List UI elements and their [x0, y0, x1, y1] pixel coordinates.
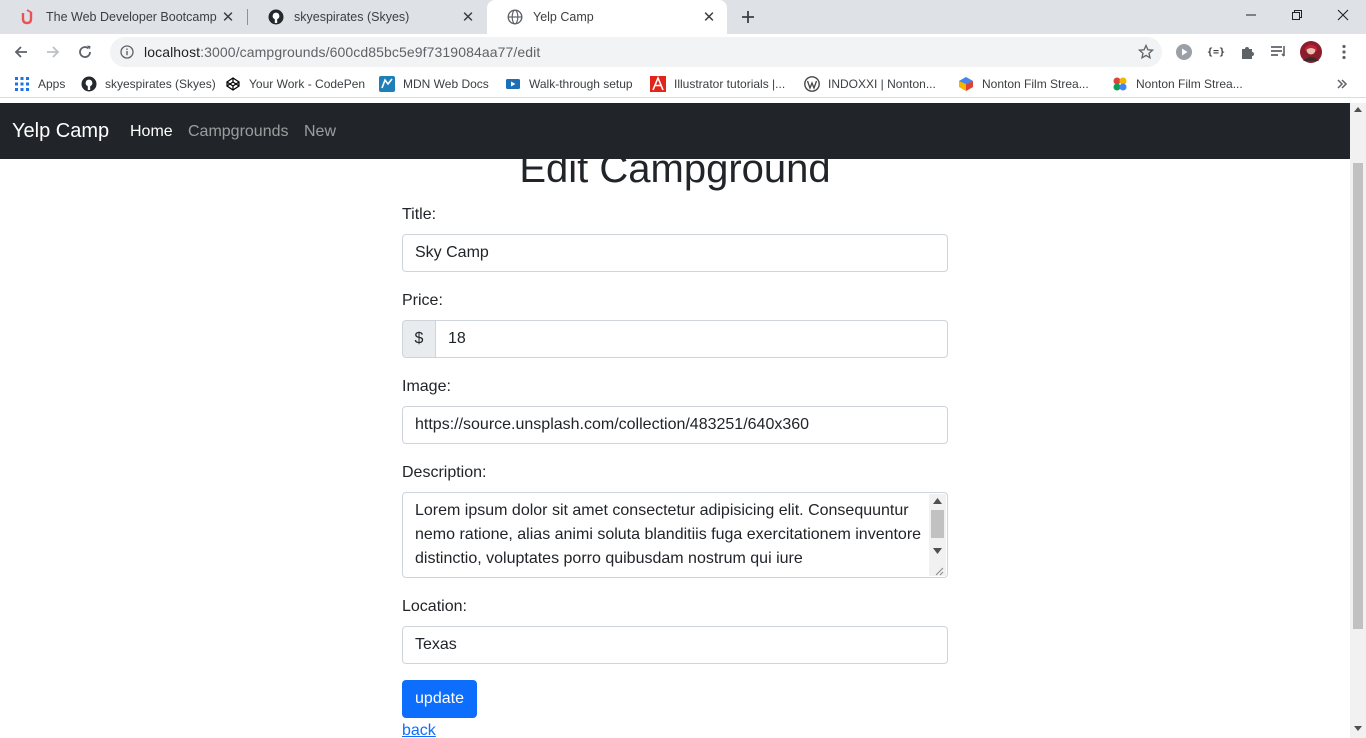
close-tab-icon[interactable]: ✕ — [701, 9, 717, 26]
info-icon[interactable] — [120, 45, 134, 59]
bookmark-apps[interactable]: Apps — [14, 75, 65, 93]
udemy-icon — [20, 9, 36, 25]
tab-title: skyespirates (Skyes) — [294, 10, 410, 24]
new-tab-icon[interactable] — [736, 5, 760, 29]
film-icon — [1112, 76, 1128, 92]
image-label: Image: — [402, 378, 451, 395]
video-icon — [505, 76, 521, 92]
bookmark-label: Nonton Film Strea... — [982, 77, 1089, 91]
page-scroll-thumb[interactable] — [1353, 163, 1363, 629]
nav-link-new[interactable]: New — [304, 123, 336, 141]
back-link[interactable]: back — [402, 722, 436, 738]
bookmark-label: Illustrator tutorials |... — [674, 77, 786, 91]
page-scrollbar[interactable] — [1350, 103, 1366, 738]
scroll-down-icon[interactable] — [1354, 726, 1362, 731]
mdn-icon — [379, 76, 395, 92]
reading-list-icon[interactable] — [1268, 41, 1290, 63]
nav-link-home[interactable]: Home — [130, 123, 173, 141]
close-window-icon[interactable] — [1320, 0, 1366, 30]
price-label: Price: — [402, 292, 443, 309]
forward-arrow-icon[interactable] — [40, 39, 66, 65]
update-button[interactable]: update — [402, 680, 477, 718]
price-input[interactable]: 18 — [435, 320, 948, 358]
url-host: localhost — [144, 44, 201, 60]
description-label: Description: — [402, 464, 487, 481]
globe-icon — [507, 9, 523, 25]
description-textarea[interactable]: Lorem ipsum dolor sit amet consectetur a… — [402, 492, 948, 578]
title-input[interactable]: Sky Camp — [402, 234, 948, 272]
scroll-up-icon[interactable] — [933, 498, 942, 504]
restore-icon[interactable] — [1274, 0, 1320, 30]
image-url-input[interactable]: https://source.unsplash.com/collection/4… — [402, 406, 948, 444]
bookmark-label: INDOXXI | Nonton... — [828, 77, 936, 91]
tab-github[interactable]: skyespirates (Skyes) ✕ — [248, 0, 486, 34]
textarea-scroll-thumb[interactable] — [931, 510, 944, 538]
scroll-up-icon[interactable] — [1354, 107, 1362, 112]
bookmark-nonton-1[interactable]: Nonton Film Strea... — [958, 75, 1089, 93]
resize-grip-icon[interactable] — [934, 566, 944, 576]
codepen-icon — [225, 76, 241, 92]
bookmark-codepen[interactable]: Your Work - CodePen — [225, 75, 365, 93]
bookmark-star-icon[interactable] — [1137, 43, 1155, 65]
bookmark-illustrator[interactable]: Illustrator tutorials |... — [650, 75, 785, 93]
bookmark-github[interactable]: skyespirates (Skyes) — [81, 75, 216, 93]
back-arrow-icon[interactable] — [8, 39, 34, 65]
github-icon — [268, 9, 284, 25]
url-path: :3000/campgrounds/600cd85bc5e9f7319084aa… — [200, 44, 541, 60]
film-icon — [958, 76, 974, 92]
close-tab-icon[interactable]: ✕ — [460, 9, 476, 26]
tab-yelp-camp[interactable]: Yelp Camp ✕ — [487, 0, 727, 34]
extensions-puzzle-icon[interactable] — [1237, 41, 1259, 63]
bookmarks-bar: Apps skyespirates (Skyes) Your Work - Co… — [0, 70, 1366, 98]
page-viewport: Yelp Camp Home Campgrounds New Edit Camp… — [0, 103, 1350, 738]
profile-avatar[interactable] — [1300, 41, 1322, 63]
bookmark-mdn[interactable]: MDN Web Docs — [379, 75, 489, 93]
json-viewer-icon[interactable]: {=} — [1205, 41, 1227, 63]
bookmark-label: Walk-through setup — [529, 77, 633, 91]
description-text: Lorem ipsum dolor sit amet consectetur a… — [415, 502, 922, 567]
bookmark-label: Your Work - CodePen — [249, 77, 366, 91]
bookmark-label: MDN Web Docs — [403, 77, 489, 91]
reload-icon[interactable] — [72, 39, 98, 65]
address-bar[interactable]: localhost:3000/campgrounds/600cd85bc5e9f… — [110, 37, 1162, 67]
location-label: Location: — [402, 598, 467, 615]
bookmark-label: Apps — [38, 77, 66, 91]
browser-menu-icon[interactable] — [1333, 41, 1355, 63]
nav-link-campgrounds[interactable]: Campgrounds — [188, 123, 289, 141]
apps-grid-icon — [14, 76, 30, 92]
browser-toolbar: localhost:3000/campgrounds/600cd85bc5e9f… — [0, 34, 1366, 70]
wordpress-icon — [804, 76, 820, 92]
price-currency-addon: $ — [402, 320, 436, 358]
tab-title: The Web Developer Bootcamp 20 — [46, 10, 220, 24]
bookmark-label: Nonton Film Strea... — [1136, 77, 1243, 91]
location-input[interactable]: Texas — [402, 626, 948, 664]
navbar-brand[interactable]: Yelp Camp — [12, 120, 109, 143]
adobe-icon — [650, 76, 666, 92]
bookmark-label: skyespirates (Skyes) — [105, 77, 216, 91]
bookmark-walkthrough[interactable]: Walk-through setup — [505, 75, 633, 93]
bookmark-indoxxi[interactable]: INDOXXI | Nonton... — [804, 75, 936, 93]
scroll-down-icon[interactable] — [933, 548, 942, 554]
title-label: Title: — [402, 206, 437, 223]
price-input-group: $ 18 — [402, 320, 948, 358]
url-text: localhost:3000/campgrounds/600cd85bc5e9f… — [144, 44, 540, 60]
media-play-icon[interactable] — [1173, 41, 1195, 63]
tab-udemy[interactable]: The Web Developer Bootcamp 20 ✕ — [0, 0, 246, 34]
site-navbar: Yelp Camp Home Campgrounds New — [0, 103, 1350, 159]
browser-tab-strip: The Web Developer Bootcamp 20 ✕ skyespir… — [0, 0, 1366, 34]
tab-title: Yelp Camp — [533, 10, 594, 24]
close-tab-icon[interactable]: ✕ — [220, 9, 236, 26]
bookmark-nonton-2[interactable]: Nonton Film Strea... — [1112, 75, 1243, 93]
bookmarks-overflow-icon[interactable] — [1336, 75, 1348, 93]
minimize-icon[interactable] — [1228, 0, 1274, 30]
github-icon — [81, 76, 97, 92]
